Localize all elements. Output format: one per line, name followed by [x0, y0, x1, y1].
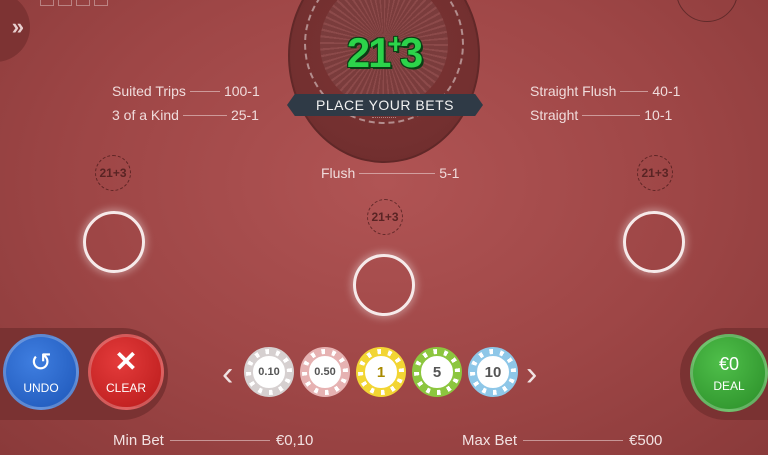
- clear-button[interactable]: ✕ CLEAR: [88, 334, 164, 410]
- payout-leader: [582, 114, 641, 116]
- chip-face: 0.50: [307, 354, 343, 390]
- max-bet-label: Max Bet: [462, 432, 518, 449]
- payout-name: Suited Trips: [112, 83, 186, 99]
- limit-leader: [523, 440, 624, 441]
- logo-right: 3: [399, 29, 423, 76]
- chip-value: 0.50: [314, 366, 336, 378]
- game-logo: 21+3: [330, 28, 438, 77]
- chip-face: 1: [363, 354, 399, 390]
- chip-1[interactable]: 0.50: [300, 347, 350, 397]
- payout-odds: 25-1: [230, 107, 259, 123]
- bet-spot-center[interactable]: [353, 254, 415, 316]
- payout-leader: [189, 90, 220, 92]
- chip-value: 1: [376, 363, 386, 381]
- undo-button[interactable]: ↺ UNDO: [3, 334, 79, 410]
- deal-amount: €0: [718, 353, 740, 374]
- decorative-disc: [676, 0, 738, 22]
- place-bets-banner: PLACE YOUR BETS: [287, 94, 483, 116]
- chip-selector: 0.10 0.50 1 5 10: [244, 347, 518, 397]
- payout-row: Straight Flush 40-1: [530, 83, 680, 99]
- payout-leader: [359, 172, 436, 174]
- max-bet-row: Max Bet €500: [462, 432, 662, 449]
- chip-face: 5: [419, 354, 455, 390]
- min-bet-label: Min Bet: [113, 432, 164, 449]
- undo-label: UNDO: [23, 381, 59, 395]
- payout-odds: 100-1: [223, 83, 260, 99]
- chip-value: 5: [432, 363, 442, 381]
- chip-0[interactable]: 0.10: [244, 347, 294, 397]
- banner-text: PLACE YOUR BETS: [316, 97, 454, 113]
- payout-row: Suited Trips 100-1: [112, 83, 260, 99]
- chips-prev-arrow[interactable]: ‹: [222, 355, 233, 394]
- payout-name: 3 of a Kind: [112, 107, 179, 123]
- logo-left: 21: [346, 29, 392, 76]
- chip-value: 0.10: [258, 366, 280, 378]
- chip-face: 0.10: [251, 354, 287, 390]
- bet-spot-left[interactable]: [83, 211, 145, 273]
- banner-ornament: [372, 117, 396, 122]
- payout-row: 3 of a Kind 25-1: [112, 107, 259, 123]
- bet-spot-right[interactable]: [623, 211, 685, 273]
- side-bet-tag: 21+3: [367, 199, 403, 235]
- chip-2[interactable]: 1: [356, 347, 406, 397]
- undo-icon: ↺: [30, 347, 52, 377]
- payout-row: Flush 5-1: [321, 165, 459, 181]
- close-icon: ✕: [114, 346, 138, 377]
- side-bet-tag: 21+3: [637, 155, 673, 191]
- menu-icons: [40, 0, 108, 6]
- payout-name: Straight: [530, 107, 579, 123]
- payout-leader: [182, 114, 227, 116]
- menu-icon[interactable]: [76, 0, 90, 6]
- payout-name: Straight Flush: [530, 83, 617, 99]
- chip-face: 10: [475, 354, 511, 390]
- clear-label: CLEAR: [105, 381, 146, 395]
- payout-name: Flush: [321, 165, 356, 181]
- menu-icon[interactable]: [40, 0, 54, 6]
- chip-value: 10: [484, 363, 502, 381]
- chip-4[interactable]: 10: [468, 347, 518, 397]
- max-bet-value: €500: [629, 432, 663, 449]
- chips-next-arrow[interactable]: ›: [526, 355, 537, 394]
- expand-menu-tab[interactable]: »: [0, 0, 30, 62]
- payout-odds: 5-1: [439, 165, 460, 181]
- menu-icon[interactable]: [58, 0, 72, 6]
- min-bet-value: €0,10: [275, 432, 314, 449]
- payout-odds: 10-1: [644, 107, 673, 123]
- chip-3[interactable]: 5: [412, 347, 462, 397]
- deal-button[interactable]: €0 DEAL: [690, 334, 768, 412]
- side-bet-tag: 21+3: [95, 155, 131, 191]
- payout-odds: 40-1: [652, 83, 681, 99]
- payout-row: Straight 10-1: [530, 107, 672, 123]
- limit-leader: [169, 440, 270, 441]
- menu-icon[interactable]: [94, 0, 108, 6]
- double-chevron-right-icon: »: [11, 14, 24, 39]
- payout-leader: [620, 90, 649, 92]
- deal-label: DEAL: [713, 378, 745, 393]
- min-bet-row: Min Bet €0,10: [113, 432, 313, 449]
